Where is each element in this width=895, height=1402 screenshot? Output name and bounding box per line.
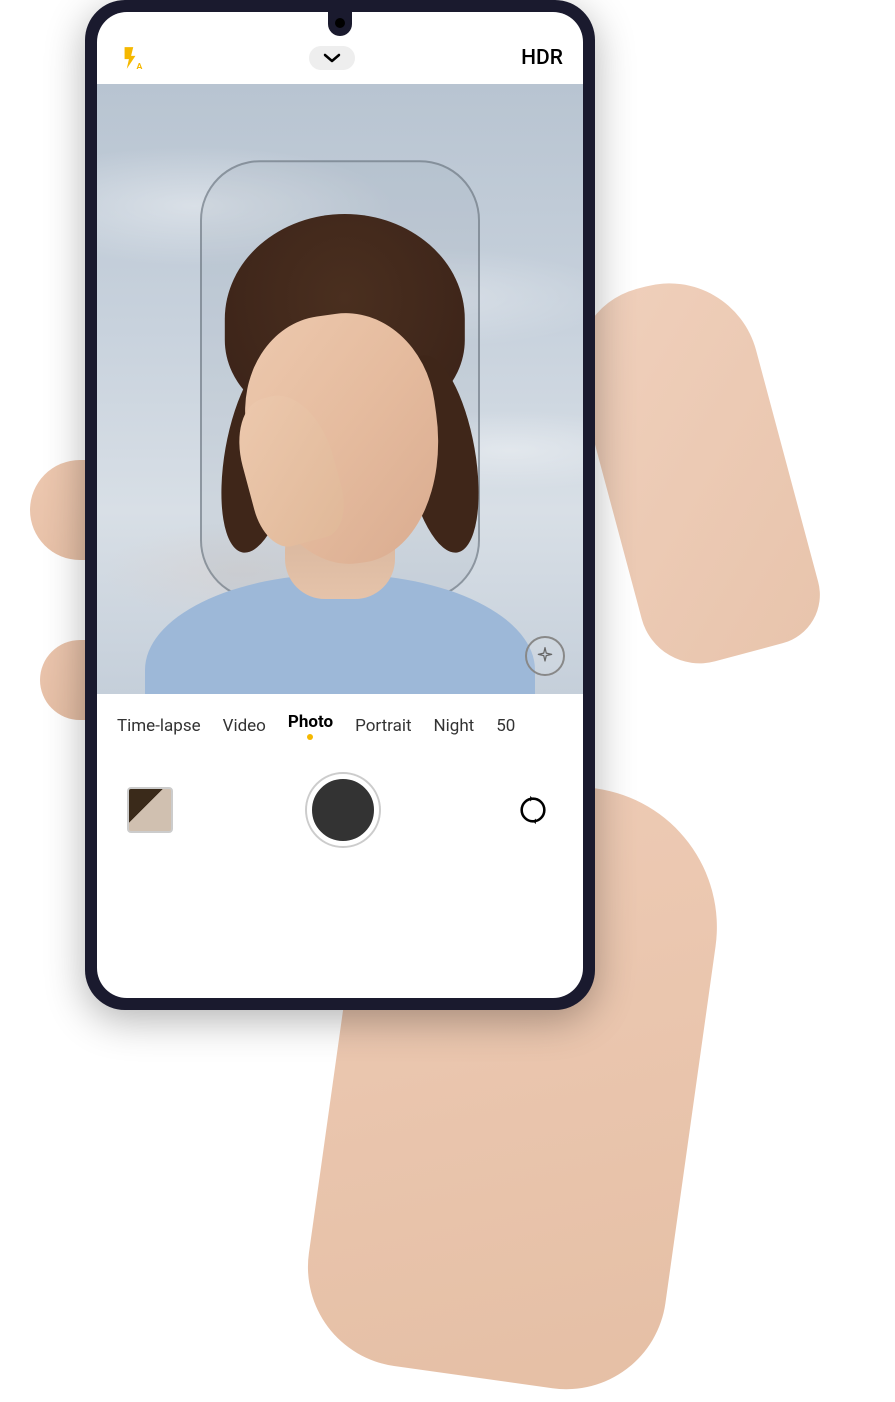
mode-50[interactable]: 50: [496, 716, 515, 736]
mode-night[interactable]: Night: [434, 716, 475, 736]
chevron-down-icon: [323, 52, 341, 64]
mode-label: Photo: [288, 712, 333, 732]
mode-label: 50: [496, 716, 515, 736]
flip-camera-button[interactable]: [513, 790, 553, 830]
shutter-button[interactable]: [307, 774, 379, 846]
camera-mode-selector[interactable]: Time-lapse Video Photo Portrait Night 50: [97, 694, 583, 748]
flip-camera-icon: [516, 793, 550, 827]
flash-auto-icon: A: [117, 45, 143, 71]
mode-label: Video: [223, 716, 266, 736]
mode-video[interactable]: Video: [223, 716, 266, 736]
effects-button[interactable]: [525, 636, 565, 676]
more-options-toggle[interactable]: [309, 46, 355, 70]
camera-viewfinder[interactable]: [97, 84, 583, 694]
camera-app-screen: A HDR: [97, 12, 583, 998]
subject-preview: [170, 154, 510, 694]
active-mode-indicator: [307, 734, 313, 740]
flash-toggle[interactable]: A: [117, 45, 143, 71]
gallery-thumbnail[interactable]: [127, 787, 173, 833]
display-notch: [328, 12, 352, 36]
mode-portrait[interactable]: Portrait: [355, 716, 411, 736]
mode-time-lapse[interactable]: Time-lapse: [117, 716, 201, 736]
sparkle-icon: [535, 646, 555, 666]
mode-label: Time-lapse: [117, 716, 201, 736]
camera-bottom-controls: [97, 754, 583, 876]
hdr-toggle[interactable]: HDR: [521, 46, 563, 70]
svg-text:A: A: [137, 62, 143, 71]
mode-photo[interactable]: Photo: [288, 712, 333, 740]
mode-label: Night: [434, 716, 475, 736]
phone-frame: A HDR: [85, 0, 595, 1010]
mode-label: Portrait: [355, 716, 411, 736]
